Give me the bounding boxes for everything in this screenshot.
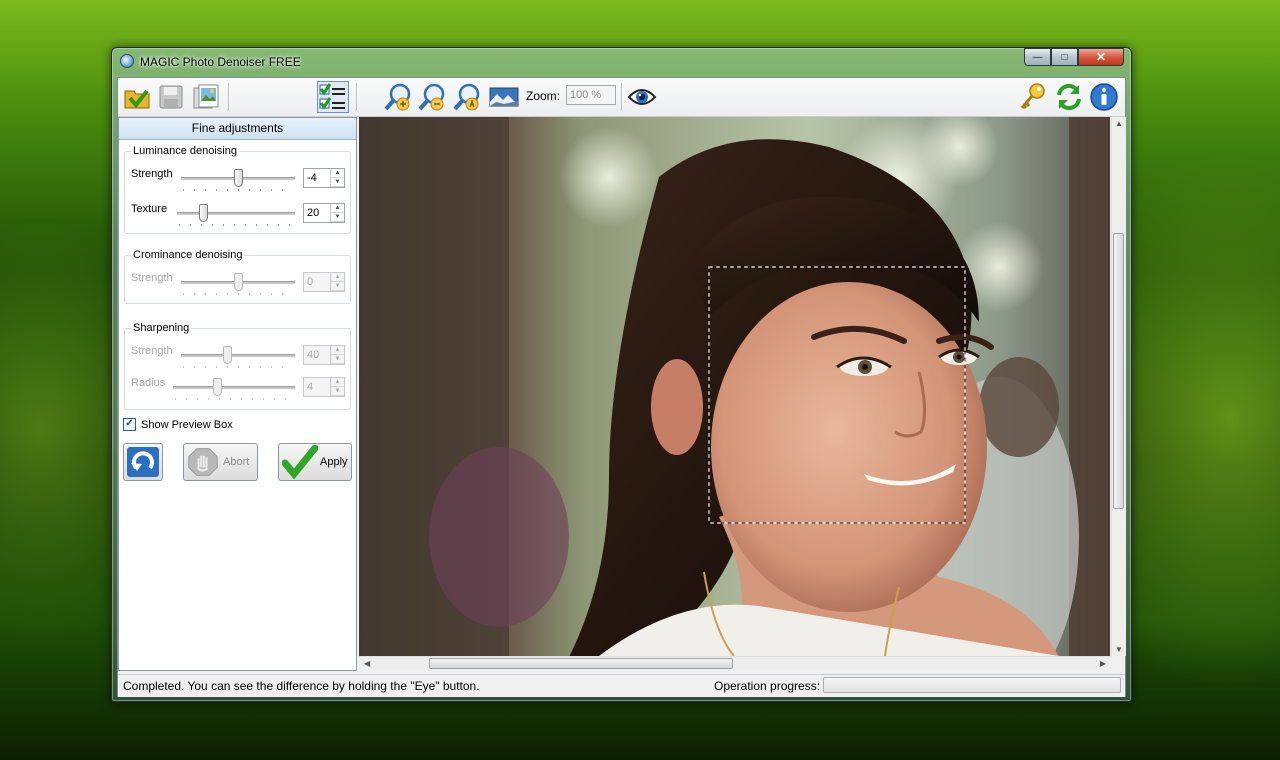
apply-label: Apply [320,456,348,468]
slider-thumb[interactable] [213,378,222,396]
luminance-texture-label: Texture [131,203,168,215]
chrominance-strength-label: Strength [131,272,173,284]
app-icon [120,54,134,68]
maximize-button[interactable]: □ [1051,48,1078,66]
slider-thumb[interactable] [199,204,208,222]
save-icon[interactable] [155,81,187,113]
save-as-icon[interactable] [190,81,222,113]
sharpening-radius-label: Radius [131,377,166,389]
refresh-icon[interactable] [1053,81,1085,113]
key-icon[interactable] [1017,81,1049,113]
slider-thumb[interactable] [223,346,232,364]
luminance-strength-slider[interactable] [181,169,295,191]
minimize-button[interactable]: — [1024,48,1051,66]
chrominance-strength-stepper[interactable]: 0 ▲ ▼ [303,272,345,292]
panel-header: Fine adjustments [119,118,356,140]
client-area: Zoom: Fine adjustments Luminance denoisi… [117,77,1126,697]
luminance-texture-slider[interactable] [177,204,295,226]
scroll-right-icon[interactable]: ▶ [1100,659,1106,668]
luminance-title: Luminance denoising [131,145,239,157]
checkmark-icon [282,445,318,479]
vertical-scroll-thumb[interactable] [1113,233,1124,509]
vertical-scrollbar[interactable]: ▲ ▼ [1111,117,1126,656]
slider-thumb[interactable] [234,169,243,187]
zoom-label: Zoom: [526,89,561,103]
close-button[interactable]: ✕ [1078,48,1124,66]
slider-thumb[interactable] [234,273,243,291]
undo-icon [127,447,159,477]
horizontal-scrollbar[interactable]: ◀ ▶ [359,656,1111,671]
zoom-out-icon[interactable] [416,81,448,113]
scroll-down-icon[interactable]: ▼ [1115,645,1123,654]
sharpening-radius-stepper[interactable]: 4 ▲ ▼ [303,377,345,397]
zoom-input[interactable] [566,85,616,105]
stop-hand-icon [188,448,218,476]
fine-adjustments-icon[interactable] [317,81,349,113]
luminance-strength-stepper[interactable]: -4 ▲ ▼ [303,168,345,188]
sharpening-title: Sharpening [131,322,192,334]
chrominance-strength-slider[interactable] [181,273,295,295]
luminance-group: Luminance denoising Strength -4 ▲ ▼ Textu… [124,145,351,234]
abort-label: Abort [223,456,250,468]
image-viewport[interactable] [359,117,1110,656]
progress-label: Operation progress: [714,679,821,693]
fit-image-icon[interactable] [488,81,520,113]
abort-button[interactable]: Abort [183,443,258,481]
status-bar: Completed. You can see the difference by… [118,674,1125,697]
fine-adjustments-panel: Fine adjustments Luminance denoising Str… [118,117,357,671]
sharpening-strength-stepper[interactable]: 40 ▲ ▼ [303,345,345,365]
open-folder-icon[interactable] [121,81,153,113]
chrominance-title: Crominance denoising [131,249,245,261]
zoom-in-icon[interactable] [382,81,414,113]
show-preview-box-label: Show Preview Box [141,418,233,431]
photo-image [359,117,1110,656]
window-title: MAGIC Photo Denoiser FREE [140,55,301,69]
show-preview-box-checkbox[interactable]: ✓ Show Preview Box [123,418,233,431]
sharpening-strength-label: Strength [131,345,173,357]
sharpening-radius-slider[interactable] [173,378,295,400]
checkbox-box[interactable]: ✓ [123,418,136,431]
eye-icon[interactable] [626,81,658,113]
chrominance-group: Crominance denoising Strength 0 ▲ ▼ [124,249,351,304]
operation-progress-bar [823,677,1121,693]
sharpening-strength-slider[interactable] [181,346,295,368]
scroll-up-icon[interactable]: ▲ [1115,119,1123,128]
toolbar: Zoom: [118,78,1125,117]
status-message: Completed. You can see the difference by… [123,679,480,693]
scroll-left-icon[interactable]: ◀ [364,659,370,668]
info-icon[interactable] [1088,81,1120,113]
horizontal-scroll-thumb[interactable] [429,658,733,669]
luminance-strength-label: Strength [131,168,173,180]
apply-button[interactable]: Apply [278,443,352,481]
luminance-texture-stepper[interactable]: 20 ▲ ▼ [303,203,345,223]
zoom-fit-icon[interactable] [451,81,483,113]
title-bar[interactable]: MAGIC Photo Denoiser FREE — □ ✕ [112,48,1131,76]
app-window: MAGIC Photo Denoiser FREE — □ ✕ Zoom: 10… [111,47,1132,702]
reset-button[interactable] [123,443,163,481]
sharpening-group: Sharpening Strength 40 ▲ ▼ Radius 4 ▲ ▼ [124,322,351,410]
